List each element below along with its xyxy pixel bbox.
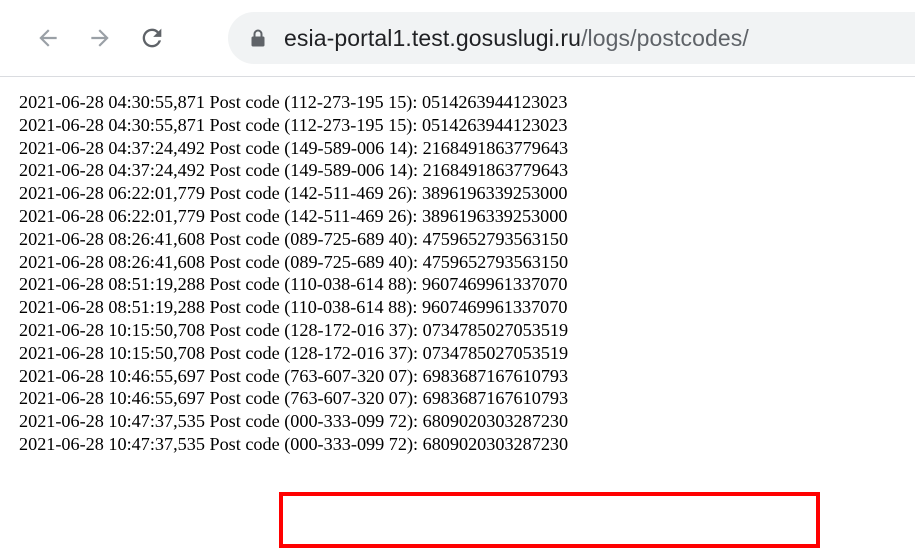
url-host: esia-portal1.test.gosuslugi.ru xyxy=(284,25,582,51)
browser-toolbar: esia-portal1.test.gosuslugi.ru/logs/post… xyxy=(0,0,915,77)
address-bar[interactable]: esia-portal1.test.gosuslugi.ru/logs/post… xyxy=(228,12,915,64)
log-line: 2021-06-28 06:22:01,779 Post code (142-5… xyxy=(19,183,568,204)
log-content: 2021-06-28 04:30:55,871 Post code (112-2… xyxy=(19,91,568,456)
arrow-left-icon xyxy=(39,29,57,47)
highlight-annotation xyxy=(279,492,820,548)
log-line: 2021-06-28 08:26:41,608 Post code (089-7… xyxy=(19,251,569,272)
log-line: 2021-06-28 08:51:19,288 Post code (110-0… xyxy=(19,297,568,318)
url-path: /logs/postcodes/ xyxy=(581,25,749,51)
reload-button[interactable] xyxy=(134,20,170,56)
log-line: 2021-06-28 10:46:55,697 Post code (763-6… xyxy=(19,388,569,409)
arrow-right-icon xyxy=(91,29,109,47)
log-line: 2021-06-28 10:46:55,697 Post code (763-6… xyxy=(19,365,569,386)
log-line: 2021-06-28 06:22:01,779 Post code (142-5… xyxy=(19,205,568,226)
log-line: 2021-06-28 04:37:24,492 Post code (149-5… xyxy=(19,160,569,181)
log-line: 2021-06-28 10:15:50,708 Post code (128-1… xyxy=(19,319,569,340)
log-line: 2021-06-28 04:30:55,871 Post code (112-2… xyxy=(19,92,568,112)
log-line: 2021-06-28 10:15:50,708 Post code (128-1… xyxy=(19,342,569,363)
reload-icon xyxy=(142,28,162,48)
log-line: 2021-06-28 10:47:37,535 Post code (000-3… xyxy=(19,411,569,432)
url-text[interactable]: esia-portal1.test.gosuslugi.ru/logs/post… xyxy=(284,24,749,52)
log-line: 2021-06-28 04:30:55,871 Post code (112-2… xyxy=(19,114,568,135)
log-line: 2021-06-28 10:47:37,535 Post code (000-3… xyxy=(19,433,569,454)
forward-button[interactable] xyxy=(82,20,118,56)
log-line: 2021-06-28 08:51:19,288 Post code (110-0… xyxy=(19,274,568,295)
lock-icon xyxy=(250,28,266,53)
log-line: 2021-06-28 04:37:24,492 Post code (149-5… xyxy=(19,137,569,158)
log-line: 2021-06-28 08:26:41,608 Post code (089-7… xyxy=(19,228,569,249)
back-button[interactable] xyxy=(30,20,66,56)
